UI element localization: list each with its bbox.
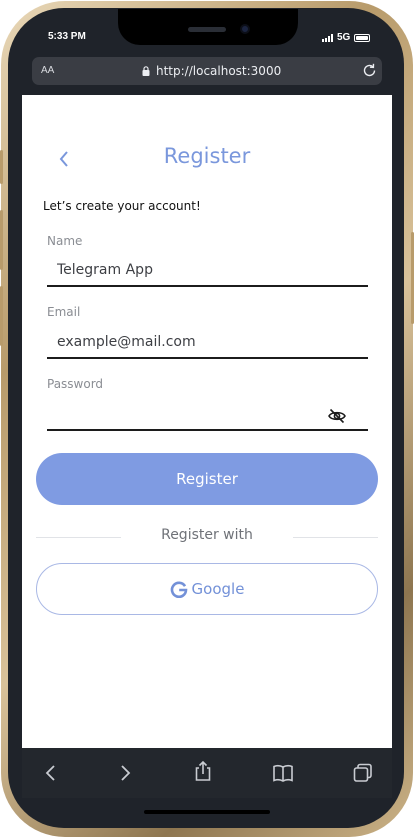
side-button: [0, 150, 3, 184]
reload-icon[interactable]: [361, 62, 378, 79]
browser-back-icon[interactable]: [40, 762, 62, 784]
page-subtitle: Let’s create your account!: [43, 199, 201, 213]
name-field[interactable]: [47, 255, 368, 287]
divider-right: [293, 537, 378, 538]
speaker: [188, 27, 226, 32]
share-icon[interactable]: [192, 760, 214, 782]
tabs-icon[interactable]: [352, 762, 374, 784]
google-button[interactable]: Google: [36, 563, 378, 615]
url-text[interactable]: http://localhost:3000: [156, 64, 281, 78]
email-field[interactable]: [47, 327, 368, 359]
browser-toolbar: [22, 748, 392, 798]
email-label: Email: [47, 305, 81, 319]
eye-off-icon[interactable]: [327, 406, 347, 426]
google-icon: [170, 581, 187, 598]
battery-icon: [354, 33, 371, 42]
google-label: Google: [191, 580, 245, 598]
lock-icon: [142, 66, 150, 76]
address-bar[interactable]: AA http://localhost:3000: [32, 57, 382, 85]
home-indicator[interactable]: [144, 810, 270, 814]
text-size-button[interactable]: AA: [41, 65, 54, 76]
password-label: Password: [47, 377, 104, 391]
signal-icon: [322, 33, 333, 42]
divider-text: Register with: [161, 527, 253, 543]
status-indicators: 5G: [322, 32, 371, 43]
register-page: Register Let’s create your account! Name…: [22, 95, 392, 748]
bookmarks-icon[interactable]: [272, 762, 294, 784]
side-button: [0, 286, 3, 346]
network-label: 5G: [337, 32, 351, 43]
password-field[interactable]: [47, 399, 368, 431]
notch: [118, 9, 298, 45]
camera: [240, 24, 250, 34]
status-time: 5:33 PM: [48, 31, 86, 42]
side-button: [0, 210, 3, 270]
register-button[interactable]: Register: [36, 453, 378, 505]
browser-forward-icon[interactable]: [114, 762, 136, 784]
page-title: Register: [163, 144, 251, 168]
name-label: Name: [47, 234, 83, 248]
